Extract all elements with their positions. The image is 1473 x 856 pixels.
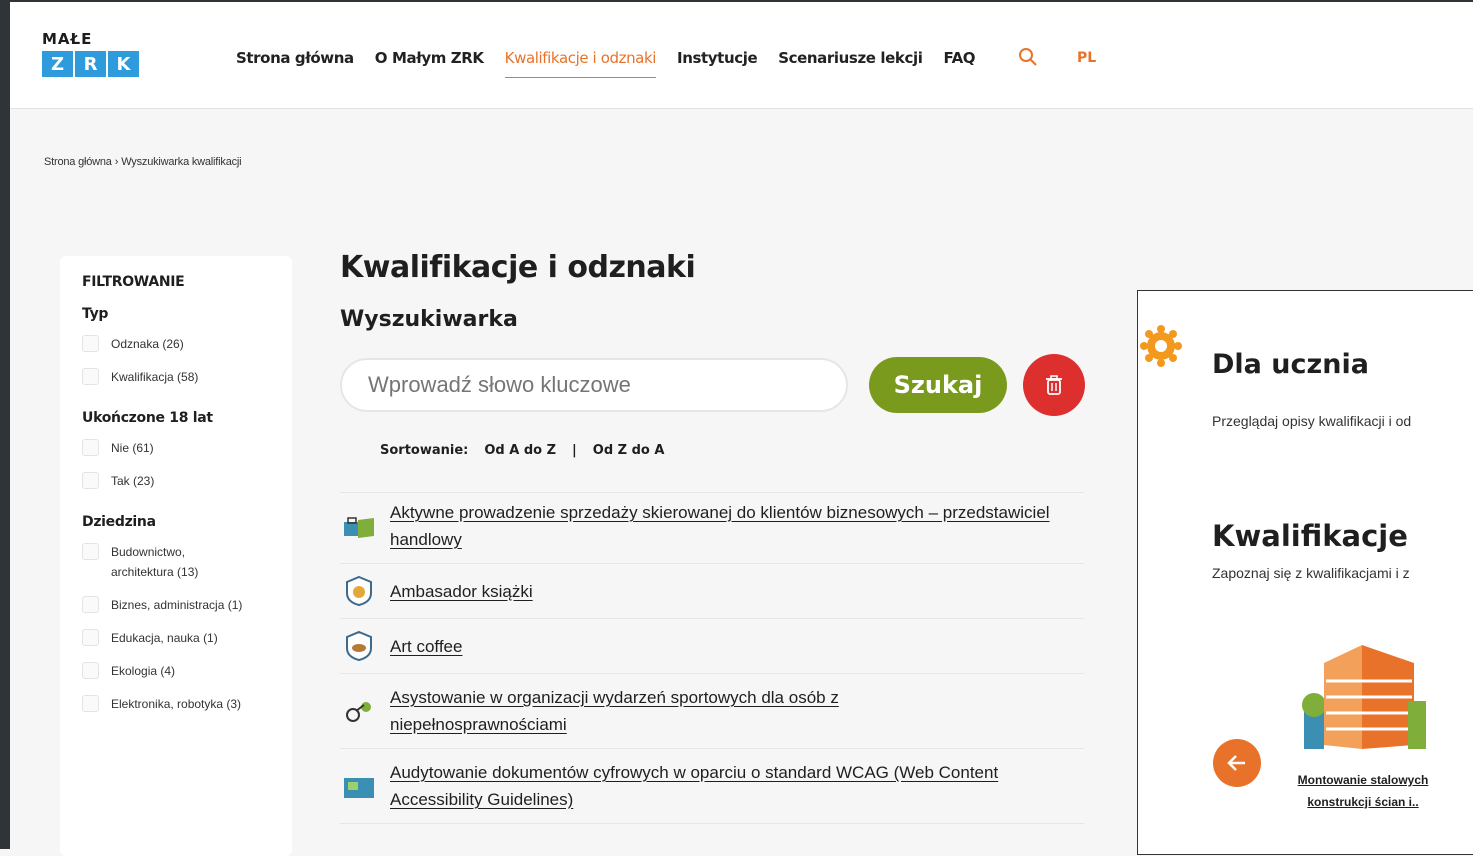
checkbox[interactable]: [82, 629, 99, 646]
filter-option[interactable]: Kwalifikacja (58): [82, 367, 292, 387]
checkbox[interactable]: [82, 596, 99, 613]
logo-letter: Z: [42, 51, 73, 77]
document-icon: [342, 769, 376, 803]
list-item[interactable]: Ambasador książki: [340, 564, 1084, 619]
trash-icon: [1046, 375, 1062, 395]
sort-az[interactable]: Od A do Z: [484, 443, 556, 458]
list-item[interactable]: Asystowanie w organizacji wydarzeń sport…: [340, 674, 1084, 749]
briefcase-map-icon: [342, 509, 376, 543]
filter-option-label: Odznaka (26): [111, 337, 184, 351]
building-illustration: [1296, 641, 1428, 758]
filter-sidebar: FILTROWANIE Typ Odznaka (26) Kwalifikacj…: [60, 256, 292, 856]
carousel-card-label[interactable]: Montowanie stalowych konstrukcji ścian i…: [1288, 769, 1438, 813]
main-nav: Strona główna O Małym ZRK Kwalifikacje i…: [236, 49, 996, 78]
main-content: Kwalifikacje i odznaki Wyszukiwarka Szuk…: [340, 250, 1090, 824]
filter-option[interactable]: Odznaka (26): [82, 334, 292, 354]
clear-button[interactable]: [1023, 354, 1085, 416]
sort-separator: |: [572, 443, 577, 458]
site-header: MAŁE Z R K Strona główna O Małym ZRK Kwa…: [10, 2, 1473, 109]
badge-coffee-icon: [342, 629, 376, 663]
logo-letter: R: [75, 51, 106, 77]
list-item[interactable]: Audytowanie dokumentów cyfrowych w oparc…: [340, 749, 1084, 824]
filter-option-label: Biznes, administracja (1): [111, 598, 243, 612]
panel-text: Przeglądaj opisy kwalifikacji i od: [1212, 413, 1412, 429]
list-item[interactable]: Art coffee: [340, 619, 1084, 674]
logo[interactable]: MAŁE Z R K: [42, 30, 139, 77]
panel-section-text: Zapoznaj się z kwalifikacjami i z: [1212, 565, 1410, 581]
nav-institutions[interactable]: Instytucje: [677, 49, 758, 78]
nav-faq[interactable]: FAQ: [943, 49, 975, 78]
search-row: Szukaj: [340, 354, 1090, 416]
filter-option-label: Tak (23): [111, 474, 155, 488]
filter-option[interactable]: Elektronika, robotyka (3): [82, 694, 292, 714]
filter-title: FILTROWANIE: [82, 274, 185, 290]
nav-lesson-plans[interactable]: Scenariusze lekcji: [778, 49, 923, 78]
checkbox[interactable]: [82, 335, 99, 352]
logo-text: MAŁE: [42, 30, 93, 48]
side-panel: Dla ucznia Przeglądaj opisy kwalifikacji…: [1137, 290, 1473, 855]
breadcrumb: Strona główna › Wyszukiwarka kwalifikacji: [44, 156, 242, 168]
result-link[interactable]: Asystowanie w organizacji wydarzeń sport…: [390, 684, 950, 738]
filter-option-label: Ekologia (4): [111, 664, 176, 678]
breadcrumb-home[interactable]: Strona główna: [44, 156, 112, 168]
sun-icon: [1140, 325, 1182, 367]
filter-option-label: Kwalifikacja (58): [111, 370, 199, 384]
checkbox[interactable]: [82, 439, 99, 456]
filter-option[interactable]: Tak (23): [82, 471, 292, 491]
search-button[interactable]: Szukaj: [869, 357, 1007, 413]
filter-option-label: Nie (61): [111, 441, 154, 455]
search-icon[interactable]: [1018, 47, 1038, 72]
badge-book-icon: [342, 574, 376, 608]
checkbox[interactable]: [82, 662, 99, 679]
arrow-left-icon: [1227, 755, 1245, 771]
sort-bar: Sortowanie: Od A do Z | Od Z do A: [380, 443, 1090, 458]
result-link[interactable]: Art coffee: [390, 633, 462, 660]
filter-option-label: Elektronika, robotyka (3): [111, 697, 242, 711]
filter-group-title: Dziedzina: [82, 514, 156, 530]
result-link[interactable]: Aktywne prowadzenie sprzedaży skierowane…: [390, 499, 1050, 553]
result-link[interactable]: Audytowanie dokumentów cyfrowych w oparc…: [390, 759, 1070, 813]
sport-icon: [342, 694, 376, 728]
checkbox[interactable]: [82, 472, 99, 489]
sort-label: Sortowanie:: [380, 443, 469, 458]
breadcrumb-separator: ›: [114, 156, 119, 168]
list-item[interactable]: Aktywne prowadzenie sprzedaży skierowane…: [340, 493, 1084, 564]
filter-group-title: Ukończone 18 lat: [82, 410, 213, 426]
nav-home[interactable]: Strona główna: [236, 49, 354, 78]
panel-section-title: Kwalifikacje: [1212, 519, 1408, 553]
checkbox[interactable]: [82, 543, 99, 560]
filter-option[interactable]: Ekologia (4): [82, 661, 292, 681]
filter-option-label: Edukacja, nauka (1): [111, 631, 218, 645]
logo-letter: K: [108, 51, 139, 77]
nav-about[interactable]: O Małym ZRK: [375, 49, 484, 78]
breadcrumb-current: Wyszukiwarka kwalifikacji: [121, 156, 242, 168]
panel-heading: Dla ucznia: [1212, 349, 1369, 380]
result-link[interactable]: Ambasador książki: [390, 578, 533, 605]
filter-option[interactable]: Edukacja, nauka (1): [82, 628, 292, 648]
results-list: Aktywne prowadzenie sprzedaży skierowane…: [340, 492, 1084, 824]
sort-za[interactable]: Od Z do A: [593, 443, 665, 458]
language-switch[interactable]: PL: [1077, 50, 1096, 66]
nav-qualifications[interactable]: Kwalifikacje i odznaki: [504, 49, 656, 78]
filter-option[interactable]: Biznes, administracja (1): [82, 595, 292, 615]
page-title: Kwalifikacje i odznaki: [340, 250, 696, 285]
logo-boxes: Z R K: [42, 51, 139, 77]
filter-group-title: Typ: [82, 306, 109, 322]
search-heading: Wyszukiwarka: [340, 307, 518, 332]
checkbox[interactable]: [82, 695, 99, 712]
checkbox[interactable]: [82, 368, 99, 385]
filter-option-label: Budownictwo, architektura (13): [111, 545, 199, 579]
carousel-prev-button[interactable]: [1213, 739, 1261, 787]
filter-option[interactable]: Budownictwo, architektura (13): [82, 542, 292, 582]
filter-option[interactable]: Nie (61): [82, 438, 292, 458]
search-input[interactable]: [340, 358, 848, 412]
